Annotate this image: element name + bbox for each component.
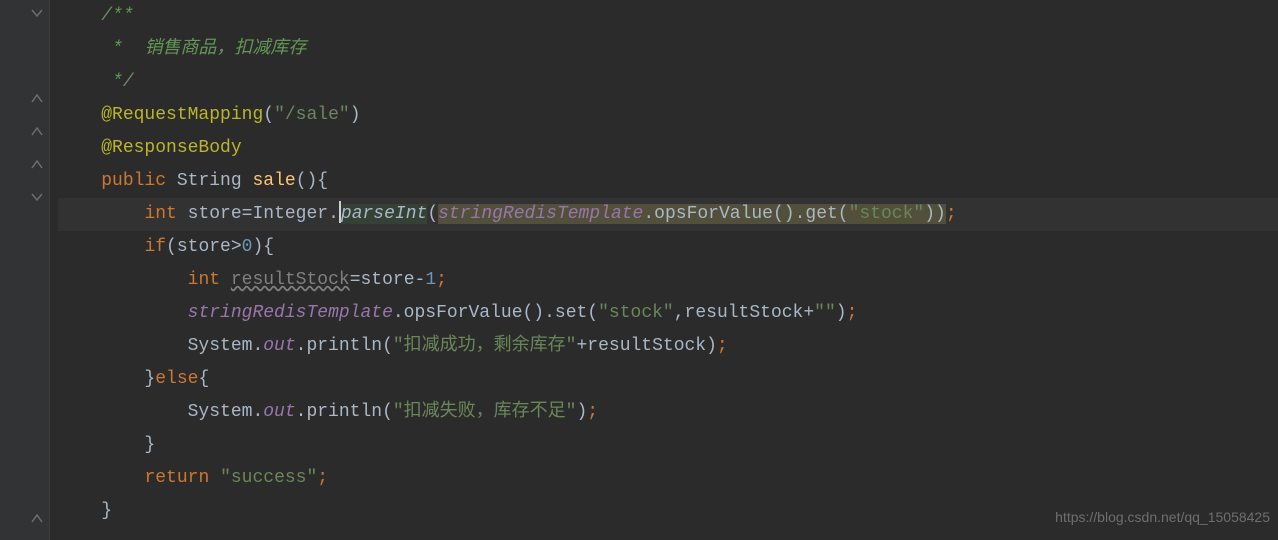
keyword: int — [188, 270, 231, 290]
code-line[interactable]: public String sale(){ — [58, 165, 1278, 198]
editor-gutter — [0, 0, 50, 540]
code-line-active[interactable]: int store=Integer.parseInt(stringRedisTe… — [58, 198, 1278, 231]
paren: (){ — [296, 171, 328, 191]
fold-close-icon[interactable] — [30, 123, 44, 137]
keyword: if — [144, 237, 166, 257]
semicolon: ; — [847, 303, 858, 323]
indent — [101, 204, 144, 224]
indent — [101, 237, 144, 257]
code-line[interactable]: @RequestMapping("/sale") — [58, 99, 1278, 132]
concat: ,resultStock+ — [674, 303, 814, 323]
annotation: @ResponseBody — [101, 138, 241, 158]
code-line[interactable]: * 销售商品，扣减库存 — [58, 33, 1278, 66]
string-literal: "扣减成功，剩余库存" — [393, 336, 577, 356]
string-literal: "success" — [220, 468, 317, 488]
keyword: else — [155, 369, 198, 389]
semicolon: ; — [946, 204, 957, 224]
keyword: int — [144, 204, 187, 224]
brace: } — [101, 501, 112, 521]
method-name: sale — [252, 171, 295, 191]
number: 0 — [242, 237, 253, 257]
brace: } — [101, 369, 155, 389]
paren: )) — [924, 204, 946, 224]
fold-close-icon[interactable] — [30, 156, 44, 170]
string-literal: "stock" — [849, 204, 925, 224]
condition: (store> — [166, 237, 242, 257]
indent: System. — [101, 402, 263, 422]
annotation: @RequestMapping — [101, 105, 263, 125]
paren: ) — [576, 402, 587, 422]
comment-text: */ — [101, 72, 133, 92]
semicolon: ; — [587, 402, 598, 422]
indent — [101, 303, 187, 323]
field-ref: stringRedisTemplate — [188, 303, 393, 323]
code-line[interactable]: if(store>0){ — [58, 231, 1278, 264]
field-ref: stringRedisTemplate — [438, 204, 643, 224]
code-line[interactable]: return "success"; — [58, 462, 1278, 495]
code-line[interactable]: System.out.println("扣减失败，库存不足"); — [58, 396, 1278, 429]
concat: +resultStock) — [576, 336, 716, 356]
code-line[interactable]: /** — [58, 0, 1278, 33]
string-literal: "stock" — [598, 303, 674, 323]
brace: ){ — [252, 237, 274, 257]
identifier: store=Integer. — [188, 204, 339, 224]
code-line[interactable]: @ResponseBody — [58, 132, 1278, 165]
brace: { — [198, 369, 209, 389]
paren: ( — [427, 204, 438, 224]
comment-text: * — [101, 39, 144, 59]
code-line[interactable]: */ — [58, 66, 1278, 99]
indent — [101, 468, 144, 488]
indent: System. — [101, 336, 263, 356]
indent — [101, 270, 187, 290]
method-chain: .opsForValue().set( — [393, 303, 598, 323]
number: 1 — [425, 270, 436, 290]
string-literal: "扣减失败，库存不足" — [393, 402, 577, 422]
fold-close-icon[interactable] — [30, 90, 44, 104]
semicolon: ; — [436, 270, 447, 290]
unused-variable: resultStock — [231, 270, 350, 290]
code-line[interactable]: } — [58, 429, 1278, 462]
paren: ( — [263, 105, 274, 125]
comment-cjk: 销售商品，扣减库存 — [144, 39, 306, 59]
semicolon: ; — [317, 468, 328, 488]
code-line[interactable]: System.out.println("扣减成功，剩余库存"+resultSto… — [58, 330, 1278, 363]
assignment: =store- — [350, 270, 426, 290]
fold-close-icon[interactable] — [30, 510, 44, 524]
static-method: parseInt — [341, 204, 427, 224]
method-call: .println( — [296, 402, 393, 422]
keyword: public — [101, 171, 177, 191]
type: String — [177, 171, 253, 191]
string-literal: "" — [814, 303, 836, 323]
static-field: out — [263, 402, 295, 422]
code-editor[interactable]: /** * 销售商品，扣减库存 */ @RequestMapping("/sal… — [50, 0, 1278, 528]
paren: ) — [836, 303, 847, 323]
static-field: out — [263, 336, 295, 356]
semicolon: ; — [717, 336, 728, 356]
comment-text: /** — [101, 6, 133, 26]
brace: } — [101, 435, 155, 455]
string-literal: "/sale" — [274, 105, 350, 125]
code-line[interactable]: stringRedisTemplate.opsForValue().set("s… — [58, 297, 1278, 330]
method-call: .println( — [296, 336, 393, 356]
code-line[interactable]: }else{ — [58, 363, 1278, 396]
watermark-text: https://blog.csdn.net/qq_15058425 — [1055, 501, 1270, 534]
method-chain: .opsForValue().get( — [643, 204, 848, 224]
fold-collapse-icon[interactable] — [30, 192, 44, 206]
paren: ) — [350, 105, 361, 125]
code-line[interactable]: int resultStock=store-1; — [58, 264, 1278, 297]
fold-collapse-icon[interactable] — [30, 8, 44, 22]
keyword: return — [144, 468, 220, 488]
